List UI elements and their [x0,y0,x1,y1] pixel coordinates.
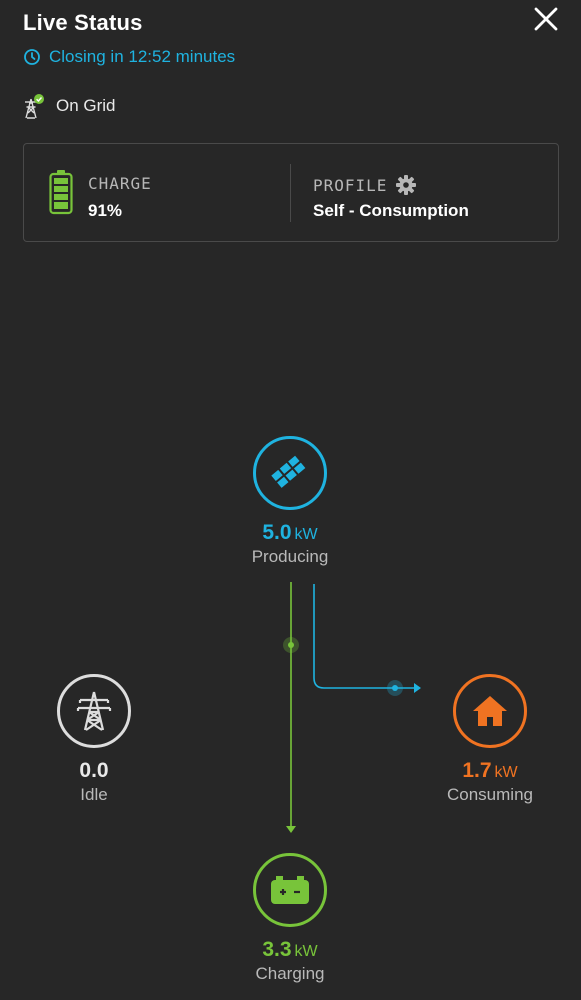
solar-to-home-flow [313,584,421,696]
solar-unit: kW [294,526,318,543]
grid-power: 0.0 [79,759,109,782]
power-tower-icon [76,691,112,731]
battery-node[interactable]: 3.3 kW Charging [238,853,342,984]
grid-label: Idle [80,785,108,804]
grid-circle[interactable] [57,674,131,748]
home-power: 1.7 [462,759,492,782]
battery-icon [271,876,309,904]
battery-label: Charging [255,964,325,983]
home-unit: kW [494,764,518,781]
home-value: 1.7 kW [440,759,540,783]
battery-circle[interactable] [253,853,327,927]
battery-value: 3.3 kW [238,938,342,962]
solar-label: Producing [251,547,329,566]
solar-panel-icon [271,455,306,488]
house-icon [473,696,507,726]
grid-value: 0.0 [44,759,144,783]
solar-power: 5.0 [262,521,292,544]
home-node[interactable]: 1.7 kW Consuming [440,674,540,805]
solar-value: 5.0 kW [238,521,342,545]
home-circle[interactable] [453,674,527,748]
battery-power: 3.3 [262,938,292,961]
home-label: Consuming [447,785,533,804]
solar-circle[interactable] [253,436,327,510]
solar-node[interactable]: 5.0 kW Producing [238,436,342,567]
grid-node[interactable]: 0.0 Idle [44,674,144,805]
solar-to-battery-flow [283,582,299,833]
battery-unit: kW [294,943,318,960]
